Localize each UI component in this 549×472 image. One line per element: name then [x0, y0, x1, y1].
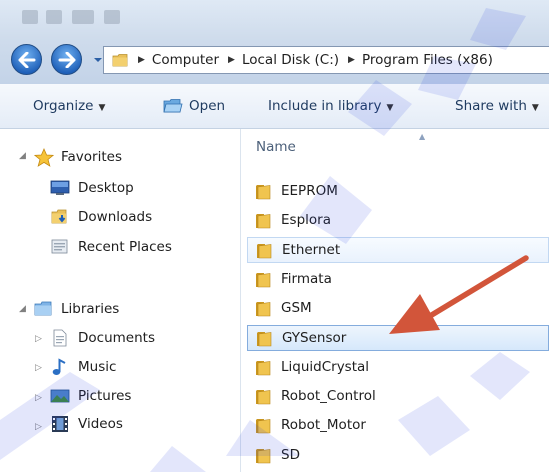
file-name: EEPROM — [281, 183, 338, 199]
music-note-icon — [52, 358, 66, 375]
breadcrumb-program-files[interactable]: Program Files (x86) — [362, 52, 493, 68]
folder-icon — [255, 389, 272, 405]
file-name: Robot_Control — [281, 388, 376, 405]
chevron-down-icon: ▼ — [531, 103, 539, 113]
file-name: Esplora — [281, 212, 331, 229]
folder-icon — [255, 418, 272, 434]
folder-icon — [255, 272, 272, 288]
file-row-firmata[interactable]: Firmata — [247, 266, 549, 292]
organize-button[interactable]: Organize ▼ — [33, 98, 105, 114]
nav-item-pictures[interactable]: Pictures — [50, 385, 131, 407]
share-with-button[interactable]: Share with ▼ — [455, 98, 539, 114]
collapse-libraries-icon[interactable]: ◢ — [19, 304, 26, 314]
folder-icon — [112, 53, 129, 67]
file-list: ▲ Name EEPROM Esplora Ethernet Firmata GSM GY… — [241, 129, 549, 472]
nav-item-recent-places[interactable]: Recent Places — [50, 236, 172, 258]
downloads-folder-icon — [51, 209, 67, 224]
chevron-down-icon: ▼ — [386, 103, 394, 113]
expand-documents-icon[interactable]: ▷ — [35, 334, 42, 344]
file-name: Firmata — [281, 270, 332, 287]
back-arrow-icon — [18, 51, 35, 68]
file-row-robot-motor[interactable]: Robot_Motor — [247, 412, 549, 438]
expand-music-icon[interactable]: ▷ — [35, 363, 42, 373]
libraries-icon — [34, 301, 52, 316]
breadcrumb-separator-icon[interactable]: ▶ — [228, 55, 235, 65]
column-header-name[interactable]: Name — [256, 139, 296, 155]
folder-icon — [255, 301, 272, 317]
breadcrumb-separator-icon[interactable]: ▶ — [138, 55, 145, 65]
nav-item-music[interactable]: Music — [50, 356, 116, 378]
folder-icon — [255, 448, 272, 463]
breadcrumb-computer[interactable]: Computer — [152, 52, 219, 68]
nav-item-downloads[interactable]: Downloads — [50, 206, 152, 228]
navigation-pane: ◢ Favorites Desktop Downloads Recent Pla… — [0, 129, 240, 472]
desktop-icon — [50, 180, 70, 195]
file-name: Robot_Motor — [281, 417, 366, 434]
chevron-down-icon: ▼ — [98, 103, 106, 113]
back-button[interactable] — [11, 44, 42, 75]
nav-item-videos[interactable]: Videos — [50, 413, 123, 435]
breadcrumb-local-disk[interactable]: Local Disk (C:) — [242, 52, 339, 68]
file-name: GYSensor — [282, 329, 347, 346]
forward-arrow-icon — [58, 51, 75, 68]
nav-libraries[interactable]: Libraries — [34, 298, 119, 320]
include-in-library-button[interactable]: Include in library ▼ — [268, 98, 393, 114]
open-folder-icon — [163, 99, 183, 113]
file-row-sd[interactable]: SD — [247, 442, 549, 468]
file-row-liquidcrystal[interactable]: LiquidCrystal — [247, 354, 549, 380]
star-icon — [34, 147, 54, 167]
file-row-ethernet[interactable]: Ethernet — [247, 236, 549, 263]
address-row: ▶ Computer ▶ Local Disk (C:) ▶ Program F… — [0, 38, 549, 84]
videos-filmstrip-icon — [52, 416, 68, 432]
file-name: Ethernet — [282, 241, 341, 258]
expand-videos-icon[interactable]: ▷ — [35, 422, 42, 432]
sort-ascending-icon: ▲ — [419, 132, 426, 141]
address-bar[interactable]: ▶ Computer ▶ Local Disk (C:) ▶ Program F… — [103, 46, 549, 74]
breadcrumb-separator-icon[interactable]: ▶ — [348, 55, 355, 65]
nav-item-desktop[interactable]: Desktop — [50, 177, 134, 199]
customize-icon[interactable] — [104, 10, 120, 24]
folder-icon — [256, 243, 273, 258]
file-row-esplora[interactable]: Esplora — [247, 207, 549, 233]
pictures-icon — [50, 389, 70, 403]
collapse-favorites-icon[interactable]: ◢ — [19, 151, 26, 161]
folder-icon — [255, 213, 272, 229]
title-bar — [0, 0, 549, 38]
file-name: LiquidCrystal — [281, 358, 370, 375]
file-row-gysensor[interactable]: GYSensor — [247, 324, 549, 351]
nav-favorites[interactable]: Favorites — [34, 146, 122, 168]
undo-icon[interactable] — [72, 10, 94, 24]
folder-icon — [256, 331, 273, 346]
nav-item-documents[interactable]: Documents — [50, 327, 155, 349]
properties-icon[interactable] — [22, 10, 38, 24]
folder-icon — [255, 360, 272, 376]
file-name: SD — [281, 446, 300, 463]
file-row-gsm[interactable]: GSM — [247, 295, 549, 321]
file-name: GSM — [281, 300, 312, 317]
expand-pictures-icon[interactable]: ▷ — [35, 393, 42, 403]
open-button[interactable]: Open — [163, 98, 225, 114]
file-row-eeprom[interactable]: EEPROM — [247, 178, 549, 204]
documents-icon — [53, 329, 67, 347]
file-row-robot-control[interactable]: Robot_Control — [247, 383, 549, 409]
recent-places-icon — [51, 239, 68, 254]
forward-button[interactable] — [51, 44, 82, 75]
new-folder-icon[interactable] — [46, 10, 62, 24]
folder-icon — [255, 184, 272, 200]
command-bar: Organize ▼ Open Include in library ▼ Share… — [0, 84, 549, 129]
